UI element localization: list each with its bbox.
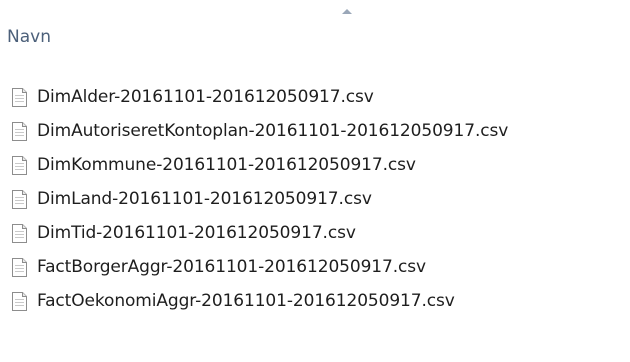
- file-name: DimKommune-20161101-201612050917.csv: [37, 154, 416, 175]
- file-name: FactBorgerAggr-20161101-201612050917.csv: [37, 256, 427, 277]
- file-item[interactable]: DimLand-20161101-201612050917.csv: [0, 182, 630, 216]
- text-file-icon: [12, 189, 27, 209]
- column-header-label: Navn: [7, 27, 51, 47]
- text-file-icon: [12, 155, 27, 175]
- file-item[interactable]: DimKommune-20161101-201612050917.csv: [0, 148, 630, 182]
- column-header-name[interactable]: Navn: [0, 0, 630, 64]
- text-file-icon: [12, 87, 27, 107]
- sort-ascending-icon: [342, 9, 352, 14]
- file-item[interactable]: FactOekonomiAggr-20161101-201612050917.c…: [0, 284, 630, 318]
- file-list: DimAlder-20161101-201612050917.csv DimAu…: [0, 80, 630, 318]
- file-name: FactOekonomiAggr-20161101-201612050917.c…: [37, 290, 455, 311]
- file-item[interactable]: FactBorgerAggr-20161101-201612050917.csv: [0, 250, 630, 284]
- file-explorer-view: Navn DimAlder-20161101-201612050917.csv: [0, 0, 630, 362]
- text-file-icon: [12, 257, 27, 277]
- text-file-icon: [12, 223, 27, 243]
- file-item[interactable]: DimAutoriseretKontoplan-20161101-2016120…: [0, 114, 630, 148]
- file-item[interactable]: DimAlder-20161101-201612050917.csv: [0, 80, 630, 114]
- file-name: DimTid-20161101-201612050917.csv: [37, 222, 356, 243]
- text-file-icon: [12, 291, 27, 311]
- file-name: DimAutoriseretKontoplan-20161101-2016120…: [37, 120, 509, 141]
- file-item[interactable]: DimTid-20161101-201612050917.csv: [0, 216, 630, 250]
- text-file-icon: [12, 121, 27, 141]
- file-name: DimLand-20161101-201612050917.csv: [37, 188, 372, 209]
- file-name: DimAlder-20161101-201612050917.csv: [37, 86, 374, 107]
